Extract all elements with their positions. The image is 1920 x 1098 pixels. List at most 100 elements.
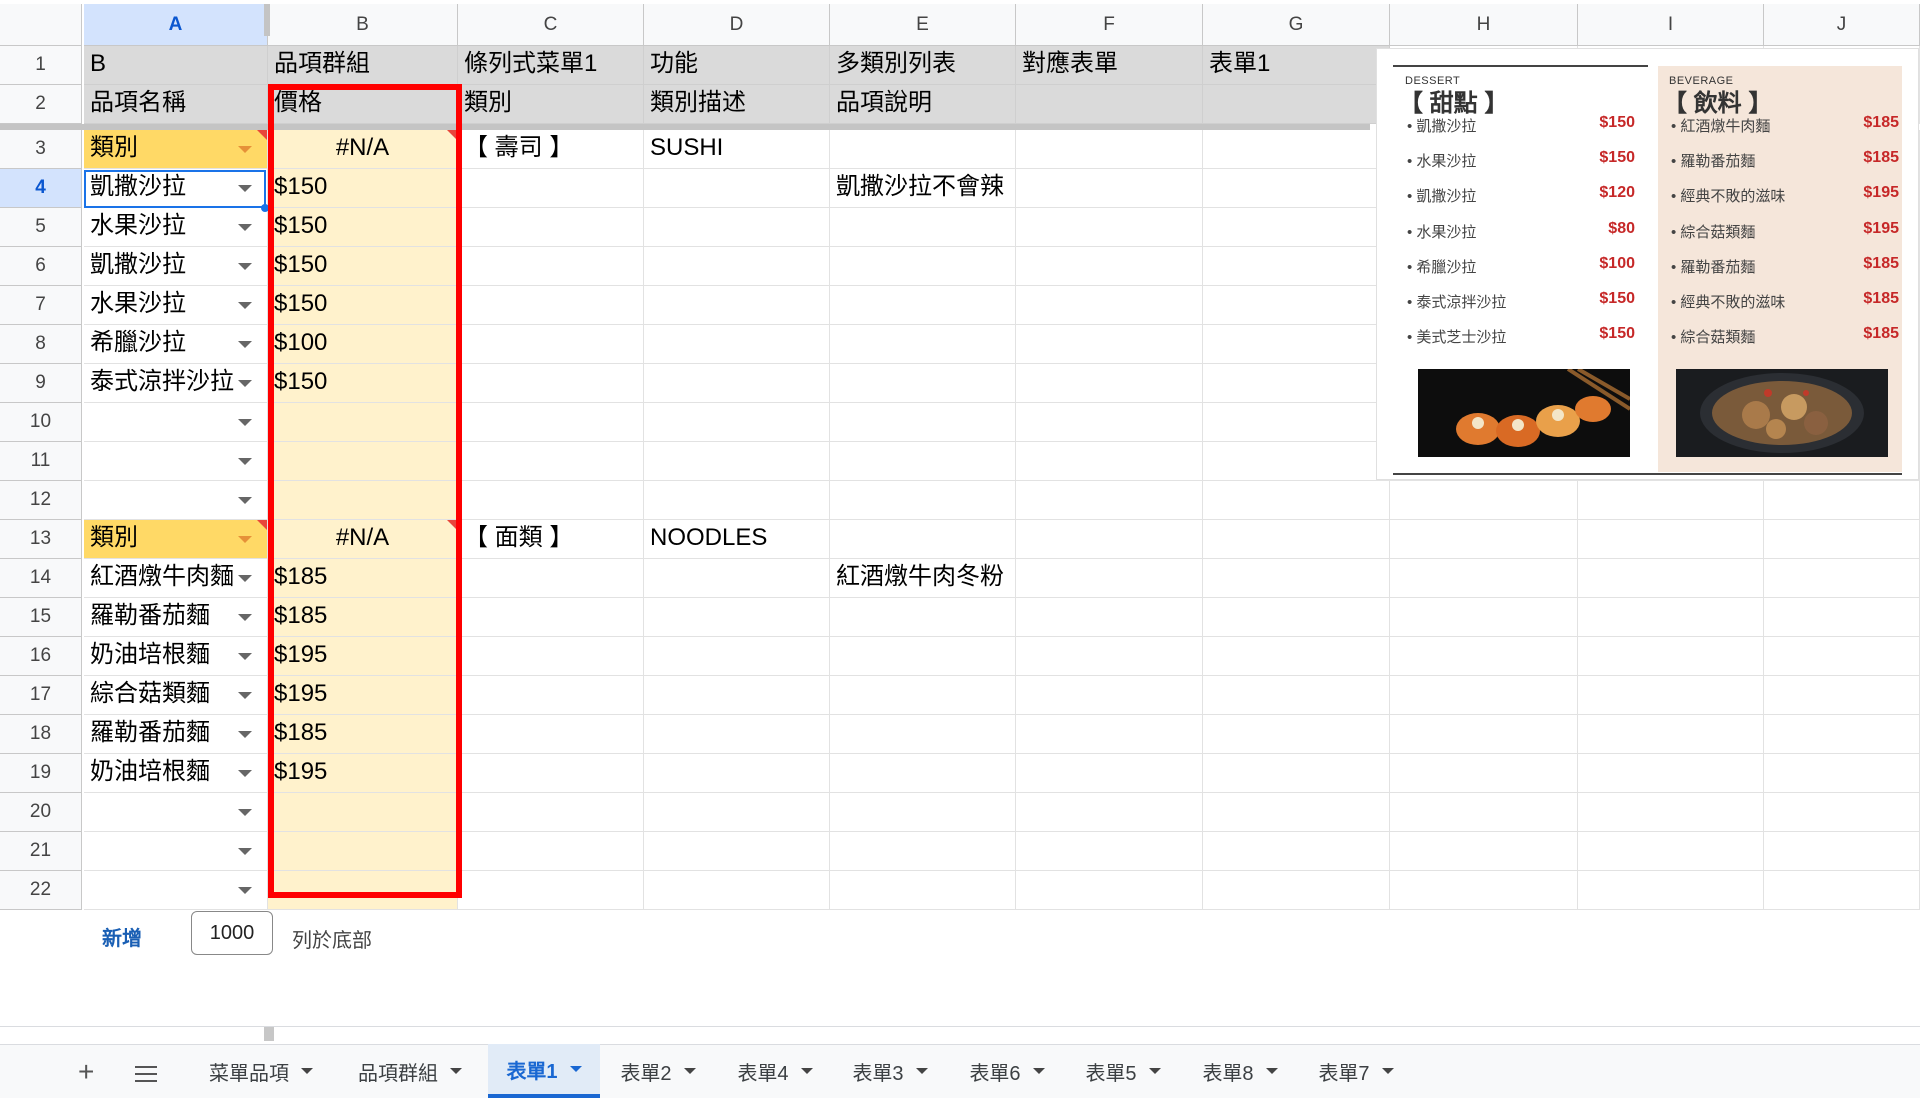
cell-g10[interactable] <box>1203 403 1390 442</box>
item-dropdown-icon[interactable] <box>238 380 252 387</box>
cell-i18[interactable] <box>1578 715 1764 754</box>
item-note-cell[interactable]: 凱撒沙拉不會辣 <box>830 169 1016 208</box>
item-price-cell[interactable]: $150 <box>268 169 458 208</box>
chevron-down-icon[interactable] <box>915 1068 928 1074</box>
cell-d19[interactable] <box>644 754 830 793</box>
cell-e7[interactable] <box>830 286 1016 325</box>
row-header-6[interactable]: 6 <box>0 247 82 286</box>
cell-b11[interactable] <box>268 442 458 481</box>
cell-g6[interactable] <box>1203 247 1390 286</box>
cell-h18[interactable] <box>1390 715 1578 754</box>
category-desc-cell[interactable]: NOODLES <box>644 520 830 559</box>
sheet-tab-7[interactable]: 表單6 <box>952 1044 1062 1098</box>
cell-f6[interactable] <box>1016 247 1203 286</box>
row-header-22[interactable]: 22 <box>0 871 82 910</box>
cell-g14[interactable] <box>1203 559 1390 598</box>
cell-f19[interactable] <box>1016 754 1203 793</box>
sheet-tab-5[interactable]: 表單4 <box>718 1044 832 1098</box>
cell-e16[interactable] <box>830 637 1016 676</box>
sheet-tab-3[interactable]: 表單1 <box>488 1044 600 1098</box>
header-row1-e[interactable]: 多類別列表 <box>830 46 1016 85</box>
row-header-20[interactable]: 20 <box>0 793 82 832</box>
item-dropdown-icon[interactable] <box>238 263 252 270</box>
column-header-j[interactable]: J <box>1764 4 1920 46</box>
cell-i21[interactable] <box>1578 832 1764 871</box>
header-row2-c[interactable]: 類別 <box>458 85 644 124</box>
chevron-down-icon[interactable] <box>800 1068 813 1074</box>
cell-e19[interactable] <box>830 754 1016 793</box>
item-note-cell[interactable]: 紅酒燉牛肉冬粉 <box>830 559 1016 598</box>
cell-j19[interactable] <box>1764 754 1920 793</box>
cell-h16[interactable] <box>1390 637 1578 676</box>
row-header-1[interactable]: 1 <box>0 46 82 85</box>
cell-f4[interactable] <box>1016 169 1203 208</box>
cell-i13[interactable] <box>1578 520 1764 559</box>
cell-j12[interactable] <box>1764 481 1920 520</box>
cell-e15[interactable] <box>830 598 1016 637</box>
item-dropdown-icon[interactable] <box>238 419 252 426</box>
cell-i19[interactable] <box>1578 754 1764 793</box>
item-price-cell[interactable]: $150 <box>268 247 458 286</box>
column-header-g[interactable]: G <box>1203 4 1390 46</box>
add-rows-button[interactable]: 新增 <box>102 922 142 951</box>
cell-d11[interactable] <box>644 442 830 481</box>
cell-d5[interactable] <box>644 208 830 247</box>
cell-e18[interactable] <box>830 715 1016 754</box>
cell-d20[interactable] <box>644 793 830 832</box>
header-row1-b[interactable]: 品項群組 <box>268 46 458 85</box>
cell-j15[interactable] <box>1764 598 1920 637</box>
item-dropdown-icon[interactable] <box>238 497 252 504</box>
item-dropdown-icon[interactable] <box>238 185 252 192</box>
item-price-cell[interactable]: $185 <box>268 715 458 754</box>
cell-b20[interactable] <box>268 793 458 832</box>
column-header-a[interactable]: A <box>84 4 268 46</box>
column-header-c[interactable]: C <box>458 4 644 46</box>
cell-e20[interactable] <box>830 793 1016 832</box>
cell-d7[interactable] <box>644 286 830 325</box>
item-dropdown-icon[interactable] <box>238 302 252 309</box>
cell-f8[interactable] <box>1016 325 1203 364</box>
column-header-b[interactable]: B <box>268 4 458 46</box>
cell-h22[interactable] <box>1390 871 1578 910</box>
cell-g20[interactable] <box>1203 793 1390 832</box>
cell-f9[interactable] <box>1016 364 1203 403</box>
rows-count-input[interactable]: 1000 <box>191 911 273 955</box>
item-price-cell[interactable]: $150 <box>268 286 458 325</box>
header-row1-a[interactable]: B <box>84 46 268 85</box>
cell-h17[interactable] <box>1390 676 1578 715</box>
row-header-18[interactable]: 18 <box>0 715 82 754</box>
cell-j14[interactable] <box>1764 559 1920 598</box>
fill-handle[interactable] <box>261 204 269 212</box>
cell-b21[interactable] <box>268 832 458 871</box>
cell-i17[interactable] <box>1578 676 1764 715</box>
cell-c4[interactable] <box>458 169 644 208</box>
cell-g5[interactable] <box>1203 208 1390 247</box>
cell-g12[interactable] <box>1203 481 1390 520</box>
cell-c12[interactable] <box>458 481 644 520</box>
cell-c19[interactable] <box>458 754 644 793</box>
add-sheet-icon[interactable]: + <box>78 1056 94 1088</box>
cell-h13[interactable] <box>1390 520 1578 559</box>
cell-e9[interactable] <box>830 364 1016 403</box>
cell-g11[interactable] <box>1203 442 1390 481</box>
row-header-17[interactable]: 17 <box>0 676 82 715</box>
item-price-cell[interactable]: $195 <box>268 637 458 676</box>
item-dropdown-icon[interactable] <box>238 770 252 777</box>
cell-c20[interactable] <box>458 793 644 832</box>
cell-h19[interactable] <box>1390 754 1578 793</box>
cell-j20[interactable] <box>1764 793 1920 832</box>
cell-c22[interactable] <box>458 871 644 910</box>
cell-e8[interactable] <box>830 325 1016 364</box>
menu-preview-image[interactable]: DESSERT 【 甜點 】 • 凱撒沙拉 $150 • 水果沙拉 $150 • 凱撒沙拉 $… <box>1377 49 1918 479</box>
header-row2-d[interactable]: 類別描述 <box>644 85 830 124</box>
cell-g8[interactable] <box>1203 325 1390 364</box>
cell-c17[interactable] <box>458 676 644 715</box>
cell-h14[interactable] <box>1390 559 1578 598</box>
cell-j13[interactable] <box>1764 520 1920 559</box>
cell-d6[interactable] <box>644 247 830 286</box>
chevron-down-icon[interactable] <box>569 1066 582 1072</box>
cell-g19[interactable] <box>1203 754 1390 793</box>
cell-g4[interactable] <box>1203 169 1390 208</box>
row-header-7[interactable]: 7 <box>0 286 82 325</box>
cell-f20[interactable] <box>1016 793 1203 832</box>
